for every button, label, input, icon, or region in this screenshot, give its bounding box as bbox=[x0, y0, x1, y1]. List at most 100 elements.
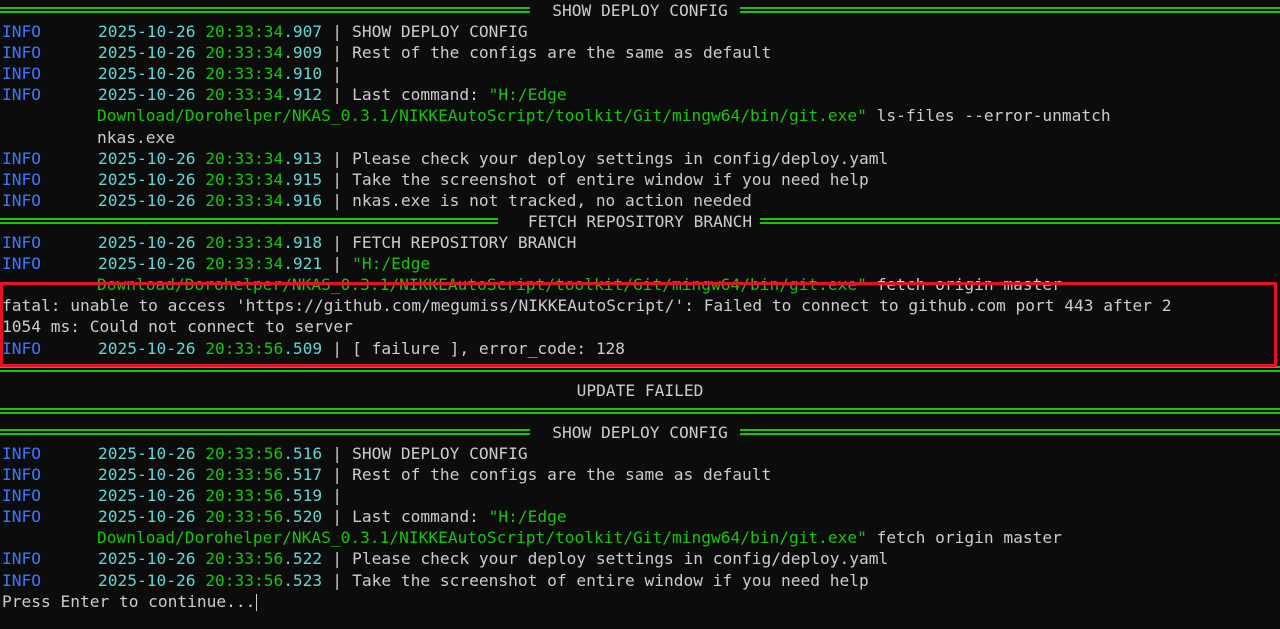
log-time-ms: .916 bbox=[283, 190, 323, 210]
log-time-ms: .909 bbox=[283, 43, 323, 63]
log-continuation: Download/Dorohelper/NKAS_0.3.1/NIKKEAuto… bbox=[0, 274, 1280, 295]
section-header-fetch-repository-branch: FETCH REPOSITORY BRANCH bbox=[0, 211, 1280, 232]
log-date: 2025-10-26 bbox=[98, 507, 196, 527]
log-level: INFO bbox=[2, 570, 41, 590]
log-separator: | bbox=[332, 254, 343, 274]
log-level: INFO bbox=[2, 22, 41, 42]
terminal-window[interactable]: SHOW DEPLOY CONFIG INFO 2025-10-26 20:33:… bbox=[0, 0, 1280, 629]
log-message: nkas.exe is not tracked, no action neede… bbox=[352, 190, 752, 210]
continue-prompt[interactable]: Press Enter to continue... bbox=[0, 591, 1280, 612]
log-time-ms: .519 bbox=[283, 486, 323, 506]
log-time: 20:33:34 bbox=[205, 64, 284, 84]
log-date: 2025-10-26 bbox=[98, 486, 196, 506]
header-rule-right bbox=[740, 7, 1280, 13]
log-time: 20:33:56 bbox=[205, 570, 284, 590]
log-message: Rest of the configs are the same as defa… bbox=[352, 465, 772, 485]
log-date: 2025-10-26 bbox=[98, 338, 196, 358]
log-time-ms: .912 bbox=[283, 85, 323, 105]
log-level: INFO bbox=[2, 486, 41, 506]
log-message: Last command: bbox=[352, 507, 489, 527]
log-level: INFO bbox=[2, 549, 41, 569]
log-level: INFO bbox=[2, 43, 41, 63]
log-level: INFO bbox=[2, 85, 41, 105]
log-line: INFO 2025-10-26 20:33:56.520 | Last command… bbox=[0, 506, 1280, 527]
log-level: INFO bbox=[2, 254, 41, 274]
header-rule-left bbox=[0, 217, 498, 224]
error-message: 1054 ms: Could not connect to server bbox=[2, 317, 353, 337]
log-level: INFO bbox=[2, 190, 41, 210]
log-time: 20:33:56 bbox=[205, 443, 284, 463]
log-line: INFO 2025-10-26 20:33:56.522 | Please check… bbox=[0, 548, 1280, 569]
log-line: INFO 2025-10-26 20:33:34.918 | FETCH REPOSI… bbox=[0, 232, 1280, 253]
log-time-ms: .907 bbox=[283, 22, 323, 42]
error-output-line: 1054 ms: Could not connect to server bbox=[0, 316, 1280, 337]
log-time: 20:33:34 bbox=[205, 169, 284, 189]
log-time: 20:33:34 bbox=[205, 190, 284, 210]
section-header-show-deploy-config: SHOW DEPLOY CONFIG bbox=[0, 0, 1280, 21]
log-separator: | bbox=[332, 43, 343, 63]
header-rule-right bbox=[740, 428, 1280, 435]
log-level: INFO bbox=[2, 64, 41, 84]
log-time: 20:33:56 bbox=[205, 486, 284, 506]
log-time-ms: .915 bbox=[283, 169, 323, 189]
log-time: 20:33:34 bbox=[205, 148, 284, 168]
log-message: Take the screenshot of entire window if … bbox=[352, 169, 869, 189]
log-continuation: nkas.exe bbox=[0, 127, 1280, 148]
log-line: INFO 2025-10-26 20:33:34.916 | nkas.exe is … bbox=[0, 190, 1280, 211]
divider-rule bbox=[0, 401, 1280, 422]
log-date: 2025-10-26 bbox=[98, 43, 196, 63]
log-message: SHOW DEPLOY CONFIG bbox=[352, 443, 528, 463]
log-date: 2025-10-26 bbox=[98, 190, 196, 210]
log-line: INFO 2025-10-26 20:33:56.519 | bbox=[0, 485, 1280, 506]
log-separator: | bbox=[332, 549, 343, 569]
log-line: INFO 2025-10-26 20:33:34.921 | "H:/Edge bbox=[0, 253, 1280, 274]
log-separator: | bbox=[332, 507, 343, 527]
log-level: INFO bbox=[2, 338, 41, 358]
log-continuation: Download/Dorohelper/NKAS_0.3.1/NIKKEAuto… bbox=[0, 105, 1280, 126]
log-line: INFO 2025-10-26 20:33:34.910 | bbox=[0, 63, 1280, 84]
log-path: Download/Dorohelper/NKAS_0.3.1/NIKKEAuto… bbox=[97, 528, 867, 548]
log-date: 2025-10-26 bbox=[98, 148, 196, 168]
log-path: "H:/Edge bbox=[488, 85, 567, 105]
log-time-ms: .913 bbox=[283, 148, 323, 168]
log-message: nkas.exe bbox=[97, 127, 175, 147]
log-message: Please check your deploy settings in con… bbox=[352, 148, 889, 168]
log-message: FETCH REPOSITORY BRANCH bbox=[352, 233, 577, 253]
log-separator: | bbox=[332, 443, 343, 463]
log-separator: | bbox=[332, 22, 343, 42]
log-separator: | bbox=[332, 486, 343, 506]
log-path: "H:/Edge bbox=[488, 507, 567, 527]
log-date: 2025-10-26 bbox=[98, 570, 196, 590]
log-separator: | bbox=[332, 64, 343, 84]
log-line: INFO 2025-10-26 20:33:56.516 | SHOW DEPLOY … bbox=[0, 443, 1280, 464]
text-cursor bbox=[256, 593, 258, 611]
log-path: Download/Dorohelper/NKAS_0.3.1/NIKKEAuto… bbox=[97, 275, 867, 295]
log-time: 20:33:34 bbox=[205, 85, 284, 105]
log-line: INFO 2025-10-26 20:33:34.912 | Last command… bbox=[0, 84, 1280, 105]
log-time-ms: .517 bbox=[283, 465, 323, 485]
log-time: 20:33:56 bbox=[205, 465, 284, 485]
log-level: INFO bbox=[2, 443, 41, 463]
log-time: 20:33:34 bbox=[205, 233, 284, 253]
log-path: Download/Dorohelper/NKAS_0.3.1/NIKKEAuto… bbox=[97, 106, 867, 126]
log-message: ls-files --error-unmatch bbox=[866, 106, 1111, 126]
log-line: INFO 2025-10-26 20:33:56.509 | [ failure ],… bbox=[0, 338, 1280, 359]
error-output-line: fatal: unable to access 'https://github.… bbox=[0, 295, 1280, 316]
log-time-ms: .918 bbox=[283, 233, 323, 253]
section-header-show-deploy-config-2: SHOW DEPLOY CONFIG bbox=[0, 422, 1280, 443]
log-line: INFO 2025-10-26 20:33:34.915 | Take the scr… bbox=[0, 169, 1280, 190]
log-date: 2025-10-26 bbox=[98, 254, 196, 274]
log-date: 2025-10-26 bbox=[98, 22, 196, 42]
log-level: INFO bbox=[2, 507, 41, 527]
header-title: SHOW DEPLOY CONFIG bbox=[542, 1, 738, 20]
log-date: 2025-10-26 bbox=[98, 465, 196, 485]
log-time-ms: .509 bbox=[283, 338, 323, 358]
log-level: INFO bbox=[2, 148, 41, 168]
header-rule-left bbox=[0, 7, 530, 13]
log-separator: | bbox=[332, 85, 343, 105]
log-date: 2025-10-26 bbox=[98, 233, 196, 253]
divider-rule bbox=[0, 359, 1280, 380]
log-separator: | bbox=[332, 233, 343, 253]
log-date: 2025-10-26 bbox=[98, 443, 196, 463]
log-separator: | bbox=[332, 190, 343, 210]
